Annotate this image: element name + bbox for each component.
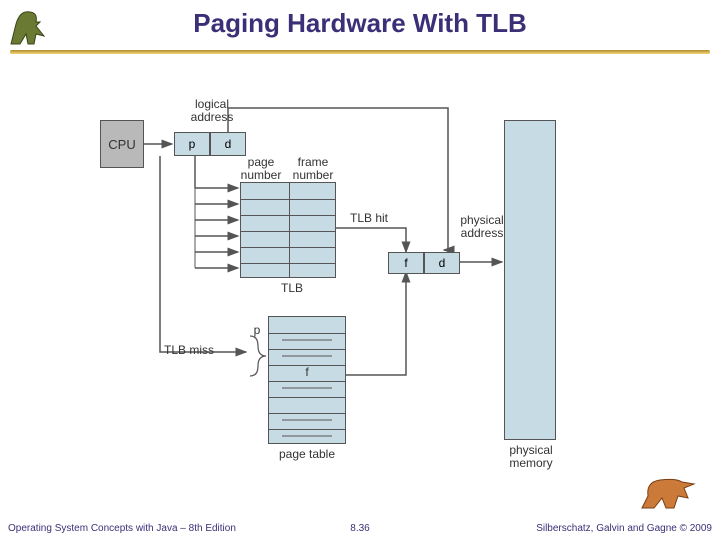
- slide-title: Paging Hardware With TLB: [0, 0, 720, 39]
- tlb-miss-label: TLB miss: [164, 344, 224, 357]
- title-rule: [10, 50, 710, 54]
- dino-icon: [6, 4, 56, 48]
- page-table-inner-icon: [268, 316, 346, 444]
- dino-icon: [638, 468, 702, 512]
- page-table-label: page table: [272, 448, 342, 461]
- logical-p-cell: p: [174, 132, 210, 156]
- tlb-label: TLB: [272, 282, 312, 295]
- page-table-p-label: p: [250, 324, 264, 337]
- physical-memory-label: physical memory: [500, 444, 562, 470]
- logical-address-label: logical address: [182, 98, 242, 124]
- physical-address-label: physical address: [454, 214, 510, 240]
- tlb-table: [240, 182, 336, 278]
- footer-right: Silberschatz, Galvin and Gagne © 2009: [536, 523, 712, 534]
- cpu-box: CPU: [100, 120, 144, 168]
- tlb-hit-label: TLB hit: [344, 212, 394, 225]
- logical-d-cell: d: [210, 132, 246, 156]
- physical-memory-box: [504, 120, 556, 440]
- physical-d-cell: d: [424, 252, 460, 274]
- page-table-f-label: f: [300, 366, 314, 379]
- page-number-label: page number: [236, 156, 286, 182]
- diagram-wires: [0, 0, 720, 540]
- physical-f-cell: f: [388, 252, 424, 274]
- frame-number-label: frame number: [288, 156, 338, 182]
